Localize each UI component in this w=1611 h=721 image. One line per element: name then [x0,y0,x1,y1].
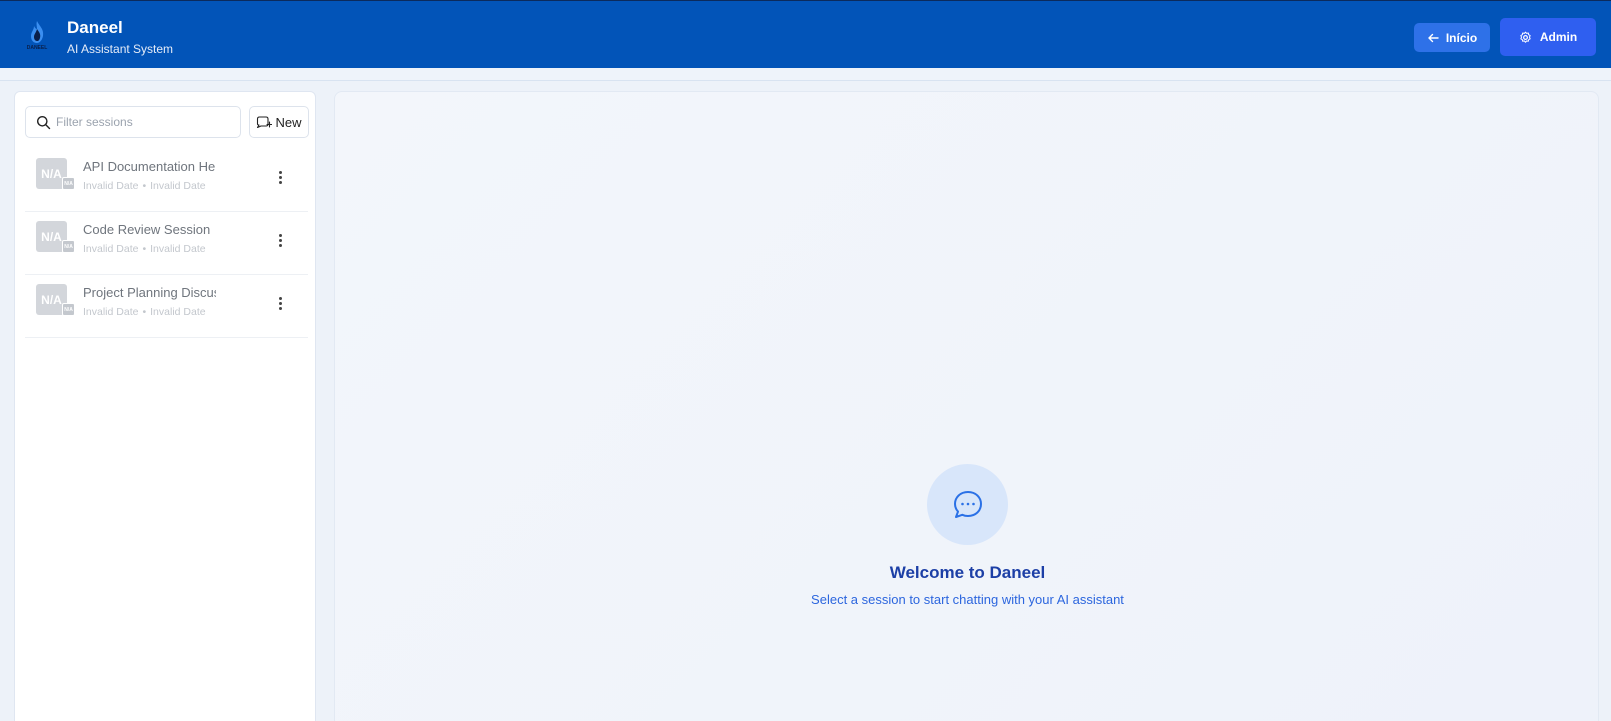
session-avatar-badge: N/A [62,240,75,253]
session-title: Project Planning Discus [83,285,216,300]
app-title: Daneel [67,18,123,37]
session-created-date: Invalid Date [83,306,139,318]
session-meta: Invalid Date • Invalid Date [83,306,206,318]
session-created-date: Invalid Date [83,243,139,255]
session-meta: Invalid Date • Invalid Date [83,180,206,192]
session-menu-icon[interactable] [273,167,287,187]
session-avatar-badge: N/A [62,303,75,316]
admin-button[interactable]: Admin [1500,18,1596,56]
session-item[interactable]: N/A N/A Code Review Session Invalid Date… [25,212,308,275]
arrow-left-icon [1428,33,1439,42]
session-created-date: Invalid Date [83,180,139,192]
welcome-subtitle: Select a session to start chatting with … [811,592,1124,607]
session-avatar-badge: N/A [62,177,75,190]
new-session-label: New [275,114,302,130]
meta-separator: • [142,243,147,255]
sessions-sidebar: New N/A N/A API Documentation He Invalid… [14,91,316,721]
session-updated-date: Invalid Date [150,180,206,192]
welcome-title: Welcome to Daneel [889,563,1046,582]
admin-label: Admin [1539,30,1578,44]
session-meta: Invalid Date • Invalid Date [83,243,206,255]
session-menu-icon[interactable] [273,230,287,250]
session-updated-date: Invalid Date [150,243,206,255]
search-input[interactable] [56,111,236,133]
inicio-label: Início [1445,30,1478,45]
session-item[interactable]: N/A N/A Project Planning Discus Invalid … [25,275,308,338]
inicio-button[interactable]: Início [1414,23,1490,52]
new-chat-icon [257,116,273,129]
gear-icon [1520,31,1531,43]
session-updated-date: Invalid Date [150,306,206,318]
session-menu-icon[interactable] [273,293,287,313]
meta-separator: • [142,306,147,318]
app-header: DANEEL Daneel AI Assistant System Início… [0,0,1611,68]
session-list: N/A N/A API Documentation He Invalid Dat… [25,149,308,338]
session-title: API Documentation He [83,159,216,174]
search-icon [37,116,51,130]
session-item[interactable]: N/A N/A API Documentation He Invalid Dat… [25,149,308,212]
app-subtitle: AI Assistant System [67,42,174,56]
flame-logo-icon: DANEEL [24,19,50,55]
new-session-button[interactable]: New [249,106,309,138]
meta-separator: • [142,180,147,192]
chat-main-panel: Welcome to Daneel Select a session to st… [334,91,1599,721]
chat-bubble-icon [927,464,1008,545]
logo-text: DANEEL [26,45,48,51]
session-title: Code Review Session [83,222,211,237]
search-box[interactable] [25,106,241,138]
